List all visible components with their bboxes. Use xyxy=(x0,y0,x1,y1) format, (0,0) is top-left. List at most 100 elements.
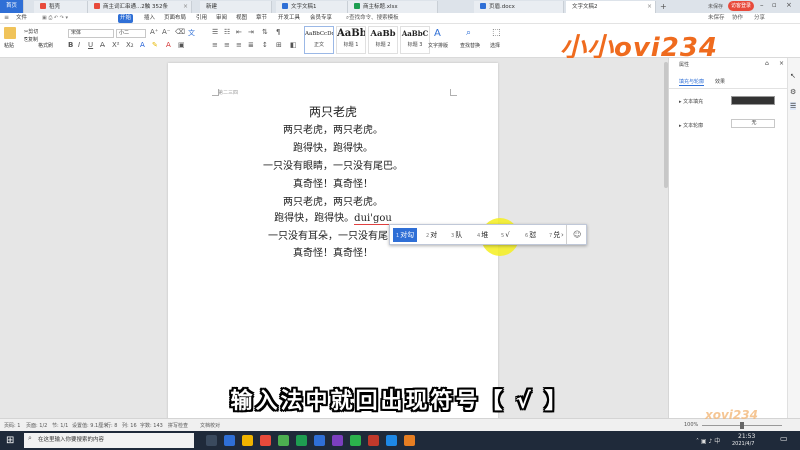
word-icon[interactable] xyxy=(314,435,325,446)
menu-references[interactable]: 引用 xyxy=(194,14,209,23)
tab-docer[interactable]: 稻壳 xyxy=(34,1,88,13)
italic-icon[interactable]: I xyxy=(78,41,80,49)
panel-pin-icon[interactable]: ⌂ xyxy=(765,60,769,67)
copy-button[interactable]: ⎘复制 xyxy=(24,36,38,43)
menu-share[interactable]: 分享 xyxy=(752,14,767,23)
align-left-icon[interactable]: ≡ xyxy=(212,41,218,49)
tab-new[interactable]: 新建 xyxy=(200,1,272,13)
premiere-icon[interactable] xyxy=(332,435,343,446)
status-proofread[interactable]: 文档校对 xyxy=(200,422,220,429)
zoom-slider-thumb[interactable] xyxy=(740,422,744,429)
media-icon[interactable] xyxy=(404,435,415,446)
text-layout-button[interactable]: 文字排版 xyxy=(428,42,448,49)
sidebar-select-icon[interactable]: ↖ xyxy=(790,72,796,80)
add-tab-icon[interactable]: + xyxy=(660,2,667,11)
edge-icon[interactable] xyxy=(224,435,235,446)
photoshop-icon[interactable] xyxy=(386,435,397,446)
close-icon[interactable]: × xyxy=(647,1,652,13)
menu-file[interactable]: 文件 xyxy=(14,14,29,23)
sidebar-style-icon[interactable]: ⚙ xyxy=(790,88,796,96)
tab-doc1[interactable]: 文字文稿1 xyxy=(276,1,348,13)
menu-insert[interactable]: 插入 xyxy=(142,14,157,23)
style-heading-3[interactable]: AaBbC 标题 3 xyxy=(400,26,430,54)
ime-candidate-3[interactable]: 3队 xyxy=(448,228,465,242)
align-right-icon[interactable]: ≡ xyxy=(236,41,242,49)
menu-sections[interactable]: 章节 xyxy=(254,14,269,23)
font-family-select[interactable]: 宋体 xyxy=(68,29,114,38)
align-center-icon[interactable]: ≡ xyxy=(224,41,230,49)
highlight-icon[interactable]: ✎ xyxy=(152,41,158,49)
close-window-icon[interactable]: × xyxy=(786,1,792,9)
clear-format-icon[interactable]: ⌫ xyxy=(175,28,185,36)
menu-review[interactable]: 审阅 xyxy=(214,14,229,23)
line-spacing-icon[interactable]: ↕ xyxy=(262,41,268,49)
panel-tab-effect[interactable]: 效果 xyxy=(715,78,725,85)
quick-access[interactable]: ▣ ⎙ ↶ ↷ ▾ xyxy=(40,14,70,23)
borders-icon[interactable]: ⊞ xyxy=(276,41,282,49)
maximize-icon[interactable]: ▫ xyxy=(772,1,777,9)
style-heading-2[interactable]: AaBb 标题 2 xyxy=(368,26,398,54)
select-icon[interactable]: ⬚ xyxy=(492,28,501,38)
increase-font-icon[interactable]: A⁺ xyxy=(150,28,158,36)
minimize-icon[interactable]: – xyxy=(760,1,764,9)
notification-icon[interactable]: ▭ xyxy=(780,434,788,443)
ime-candidate-4[interactable]: 4堆 xyxy=(474,228,491,242)
text-fill-color-select[interactable] xyxy=(731,96,775,105)
status-zoom[interactable]: 100% xyxy=(684,422,698,428)
format-painter-button[interactable]: 格式刷 xyxy=(38,42,53,49)
tab-header-docx[interactable]: 页眉.docx xyxy=(474,1,564,13)
menu-icon[interactable]: ≡ xyxy=(4,14,9,21)
style-heading-1[interactable]: AaBb 标题 1 xyxy=(336,26,366,54)
login-button[interactable]: 访客登录 xyxy=(728,1,754,11)
pinyin-guide-icon[interactable]: 文 xyxy=(188,28,195,38)
font-size-select[interactable]: 小二 xyxy=(116,29,146,38)
char-shading-icon[interactable]: ▣ xyxy=(178,41,185,49)
sidebar-property-icon[interactable]: ☰ xyxy=(790,102,797,110)
text-outline-select[interactable]: 无 xyxy=(731,119,775,128)
shading-icon[interactable]: ◧ xyxy=(290,41,297,49)
chrome-icon[interactable] xyxy=(278,435,289,446)
menu-dev-tools[interactable]: 开发工具 xyxy=(276,14,302,23)
ime-candidate-2[interactable]: 2对 xyxy=(423,228,440,242)
cut-button[interactable]: ✂剪切 xyxy=(24,28,38,35)
menu-layout[interactable]: 页面布局 xyxy=(162,14,188,23)
justify-icon[interactable]: ≣ xyxy=(248,41,254,49)
menu-member[interactable]: 会员专享 xyxy=(308,14,334,23)
tab-doc-vocab[interactable]: 商主词汇串通...2触 352条 × xyxy=(88,1,192,13)
indent-icon[interactable]: ⇥ xyxy=(248,28,254,36)
menu-collab[interactable]: 协作 xyxy=(730,14,745,23)
tab-xlsx[interactable]: 商主标题.xlsx xyxy=(348,1,438,13)
explorer-icon[interactable] xyxy=(242,435,253,446)
paste-icon[interactable] xyxy=(4,27,16,39)
tab-home[interactable]: 首页 xyxy=(0,0,24,13)
sort-icon[interactable]: ⇅ xyxy=(262,28,268,36)
panel-close-icon[interactable]: × xyxy=(779,60,784,67)
menu-home[interactable]: 开始 xyxy=(118,14,134,23)
subscript-icon[interactable]: X₂ xyxy=(126,41,134,49)
select-button[interactable]: 选择 xyxy=(490,42,500,49)
bold-icon[interactable]: B xyxy=(68,41,73,49)
close-icon[interactable]: × xyxy=(183,1,188,13)
paste-button[interactable]: 粘贴 xyxy=(4,42,14,49)
text-effect-icon[interactable]: A xyxy=(140,41,145,49)
tray-icons[interactable]: ˄ ▣ ♪ 中 xyxy=(696,436,720,445)
wechat-icon[interactable] xyxy=(350,435,361,446)
status-spell-check[interactable]: 拼写检查 xyxy=(168,422,188,429)
task-view-icon[interactable] xyxy=(206,435,217,446)
find-replace-icon[interactable]: ⌕ xyxy=(466,28,471,38)
decrease-font-icon[interactable]: A⁻ xyxy=(162,28,170,36)
panel-tab-fill[interactable]: 填充与轮廓 xyxy=(679,78,705,86)
style-normal[interactable]: AaBbCcDd 正文 xyxy=(304,26,334,54)
outdent-icon[interactable]: ⇤ xyxy=(236,28,242,36)
command-search[interactable]: ⌕查找命令、搜索模板 xyxy=(344,14,401,23)
text-layout-icon[interactable]: A xyxy=(434,28,441,39)
ime-candidate-1[interactable]: 1对勾 xyxy=(393,228,418,242)
windows-start-icon[interactable]: ⊞ xyxy=(6,435,17,446)
app-icon[interactable] xyxy=(260,435,271,446)
status-word-count[interactable]: 字数: 143 xyxy=(140,422,163,429)
show-marks-icon[interactable]: ¶ xyxy=(276,28,280,36)
strikethrough-icon[interactable]: A̶ xyxy=(100,41,105,49)
ime-candidate-5[interactable]: 5√ xyxy=(498,228,513,242)
tab-doc2[interactable]: 文字文稿2 × xyxy=(566,1,656,13)
ime-candidate-6[interactable]: 6怼 xyxy=(522,228,539,242)
